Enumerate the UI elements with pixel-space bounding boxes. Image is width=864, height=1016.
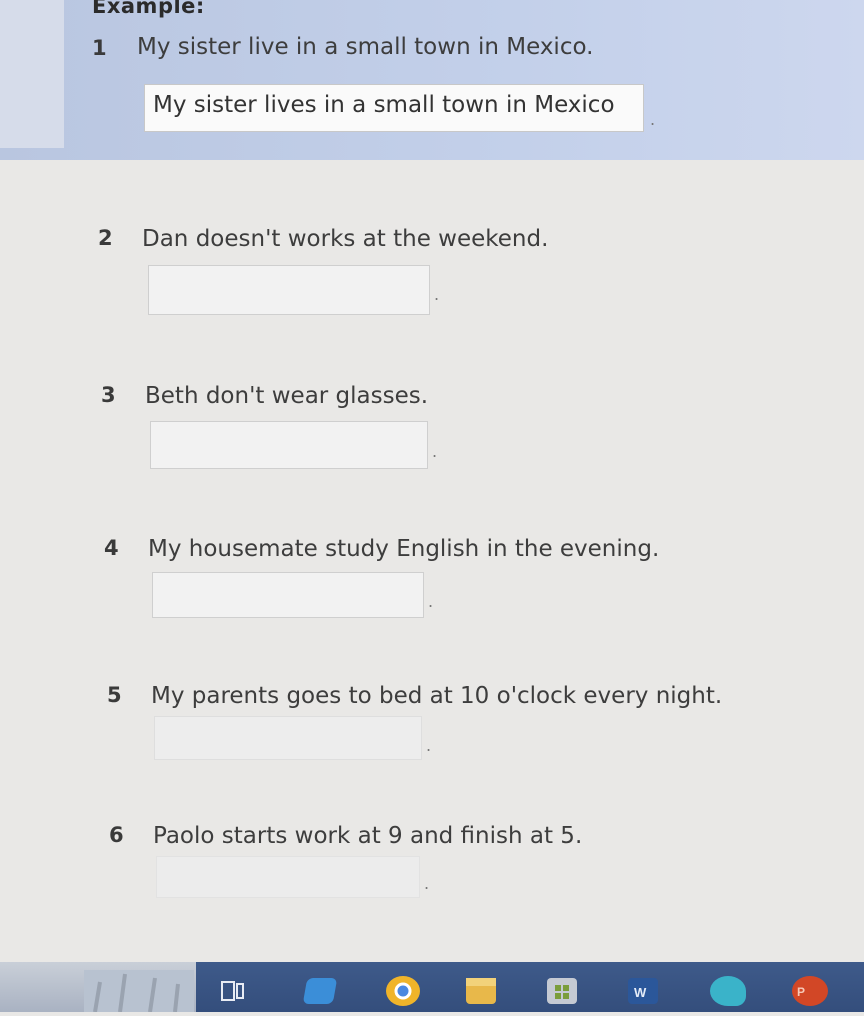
- store-icon[interactable]: [547, 978, 577, 1004]
- question-sentence: My parents goes to bed at 10 o'clock eve…: [151, 683, 723, 709]
- answer-period: .: [432, 442, 438, 461]
- mail-icon[interactable]: [302, 978, 338, 1004]
- word-icon[interactable]: W: [628, 978, 658, 1004]
- taskbar-desktop-preview: [0, 962, 196, 1013]
- question-number: 4: [104, 536, 119, 560]
- question-number: 5: [107, 683, 122, 707]
- question-number: 2: [98, 226, 113, 250]
- answer-period: .: [424, 874, 430, 893]
- example-sentence: My sister live in a small town in Mexico…: [137, 34, 594, 60]
- answer-input[interactable]: [150, 421, 428, 469]
- chrome-icon[interactable]: [386, 976, 420, 1006]
- palm-tree-wallpaper-icon: [84, 970, 194, 1013]
- file-explorer-icon[interactable]: [466, 978, 496, 1004]
- answer-input[interactable]: [154, 716, 422, 760]
- example-answer-box: My sister lives in a small town in Mexic…: [144, 84, 644, 132]
- example-answer-period: .: [650, 110, 656, 129]
- question-sentence: My housemate study English in the evenin…: [148, 536, 660, 562]
- example-panel: Example: 1 My sister live in a small tow…: [0, 0, 864, 160]
- question-sentence: Dan doesn't works at the weekend.: [142, 226, 549, 252]
- task-view-icon[interactable]: [218, 978, 248, 1004]
- answer-input[interactable]: [156, 856, 420, 898]
- example-number: 1: [92, 36, 107, 60]
- svg-text:P: P: [797, 985, 805, 999]
- answer-period: .: [426, 736, 432, 755]
- powerpoint-icon[interactable]: P: [792, 976, 828, 1006]
- answer-input[interactable]: [152, 572, 424, 618]
- answer-input[interactable]: [148, 265, 430, 315]
- svg-text:W: W: [634, 985, 647, 1000]
- question-sentence: Beth don't wear glasses.: [145, 383, 429, 409]
- question-number: 3: [101, 383, 116, 407]
- question-sentence: Paolo starts work at 9 and finish at 5.: [153, 823, 583, 849]
- taskbar: [196, 962, 864, 1012]
- question-number: 6: [109, 823, 124, 847]
- answer-period: .: [434, 285, 440, 304]
- answer-period: .: [428, 592, 434, 611]
- edge-icon[interactable]: [710, 976, 746, 1006]
- example-title: Example:: [92, 0, 205, 18]
